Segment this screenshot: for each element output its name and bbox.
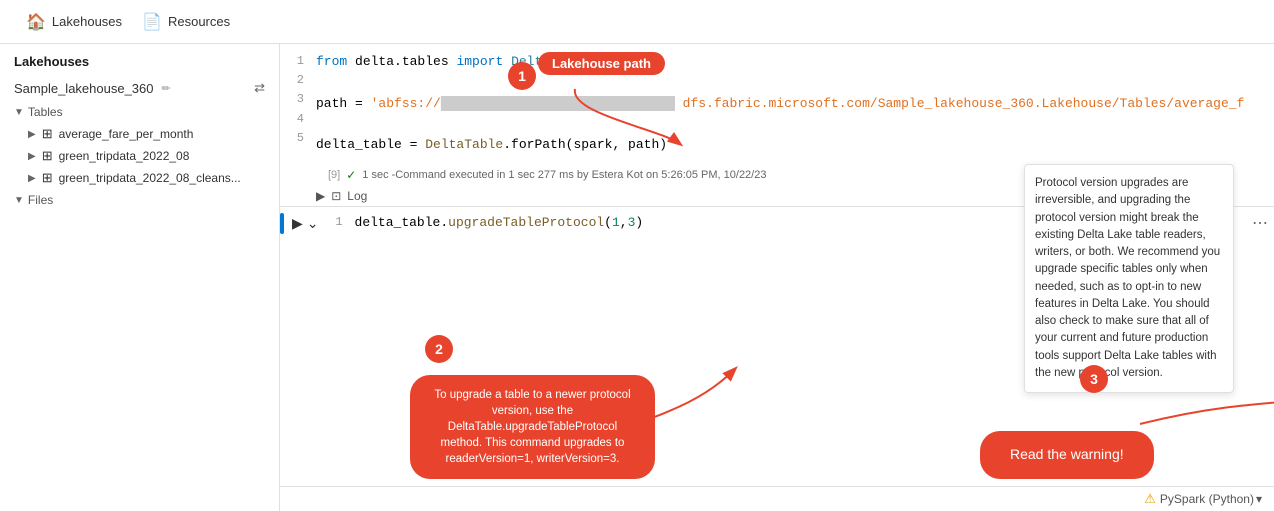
table-row[interactable]: ▶ ⊞ average_fare_per_month <box>0 123 279 145</box>
annotation-2-bubble: To upgrade a table to a newer protocol v… <box>410 375 655 479</box>
workspace-item[interactable]: Sample_lakehouse_360 ✏ ⇄ <box>0 75 279 101</box>
rename-icon[interactable]: ✏ <box>162 82 171 95</box>
annotation-3-badge: 3 <box>1080 365 1108 393</box>
files-label: Files <box>28 193 53 207</box>
files-section[interactable]: ▼ Files <box>0 189 279 211</box>
table-row[interactable]: ▶ ⊞ green_tripdata_2022_08_cleans... <box>0 167 279 189</box>
code-content-1[interactable]: from delta.tables import DeltaTable path… <box>316 52 1274 156</box>
resources-nav[interactable]: 📄 Resources <box>132 8 240 36</box>
cell-run-controls: ▶ ⌄ <box>284 213 327 234</box>
log-chevron: ▶ <box>316 189 325 203</box>
resources-icon: 📄 <box>142 12 162 32</box>
collapse-button[interactable]: ⌄ <box>307 215 319 232</box>
annotation-3-bubble: Read the warning! <box>980 431 1154 479</box>
cell-2-actions: ⋯ <box>1244 213 1274 234</box>
content-area: 1 2 3 4 5 from delta.tables import Delta… <box>280 44 1274 511</box>
table-icon: ⊞ <box>42 170 53 186</box>
table-name: green_tripdata_2022_08 <box>59 149 190 163</box>
sidebar-title: Lakehouses <box>0 44 279 75</box>
files-chevron: ▼ <box>14 195 24 206</box>
warning-icon: ⚠ <box>1144 491 1156 507</box>
table-name: average_fare_per_month <box>59 127 194 141</box>
switch-icon[interactable]: ⇄ <box>254 80 265 96</box>
warning-tooltip: Protocol version upgrades are irreversib… <box>1024 164 1234 393</box>
sidebar: Lakehouses Sample_lakehouse_360 ✏ ⇄ ▼ Ta… <box>0 44 280 511</box>
annotation-1-badge: 1 <box>508 62 536 90</box>
lakehouses-nav[interactable]: 🏠 Lakehouses <box>16 8 132 36</box>
tables-chevron: ▼ <box>14 107 24 118</box>
status-check-icon: ✓ <box>346 168 356 182</box>
chevron-down-icon[interactable]: ▾ <box>1256 492 1262 506</box>
workspace-name: Sample_lakehouse_360 <box>14 81 154 96</box>
table-icon: ⊞ <box>42 126 53 142</box>
annotation-2-badge: 2 <box>425 335 453 363</box>
warning-tooltip-text: Protocol version upgrades are irreversib… <box>1035 177 1220 379</box>
more-icon[interactable]: ⋯ <box>1252 213 1268 233</box>
table-chevron: ▶ <box>28 151 36 162</box>
exec-status-text: 1 sec -Command executed in 1 sec 277 ms … <box>362 169 766 181</box>
lakehouses-icon: 🏠 <box>26 12 46 32</box>
tables-section[interactable]: ▼ Tables <box>0 101 279 123</box>
pyspark-label: PySpark (Python) <box>1160 492 1254 506</box>
cell-2-line-numbers: 1 <box>327 213 355 234</box>
log-label: Log <box>347 189 367 203</box>
tables-label: Tables <box>28 105 63 119</box>
lakehouses-label: Lakehouses <box>52 14 122 29</box>
run-button[interactable]: ▶ <box>292 215 303 232</box>
annotation-1-label: Lakehouse path <box>538 52 665 75</box>
resources-label: Resources <box>168 14 230 29</box>
table-chevron: ▶ <box>28 129 36 140</box>
line-numbers: 1 2 3 4 5 <box>280 52 316 156</box>
log-icon: ⊡ <box>331 189 341 203</box>
table-row[interactable]: ▶ ⊞ green_tripdata_2022_08 <box>0 145 279 167</box>
bottom-bar: ⚠ PySpark (Python) ▾ <box>280 486 1274 511</box>
table-name: green_tripdata_2022_08_cleans... <box>59 171 241 185</box>
table-icon: ⊞ <box>42 148 53 164</box>
table-chevron: ▶ <box>28 173 36 184</box>
